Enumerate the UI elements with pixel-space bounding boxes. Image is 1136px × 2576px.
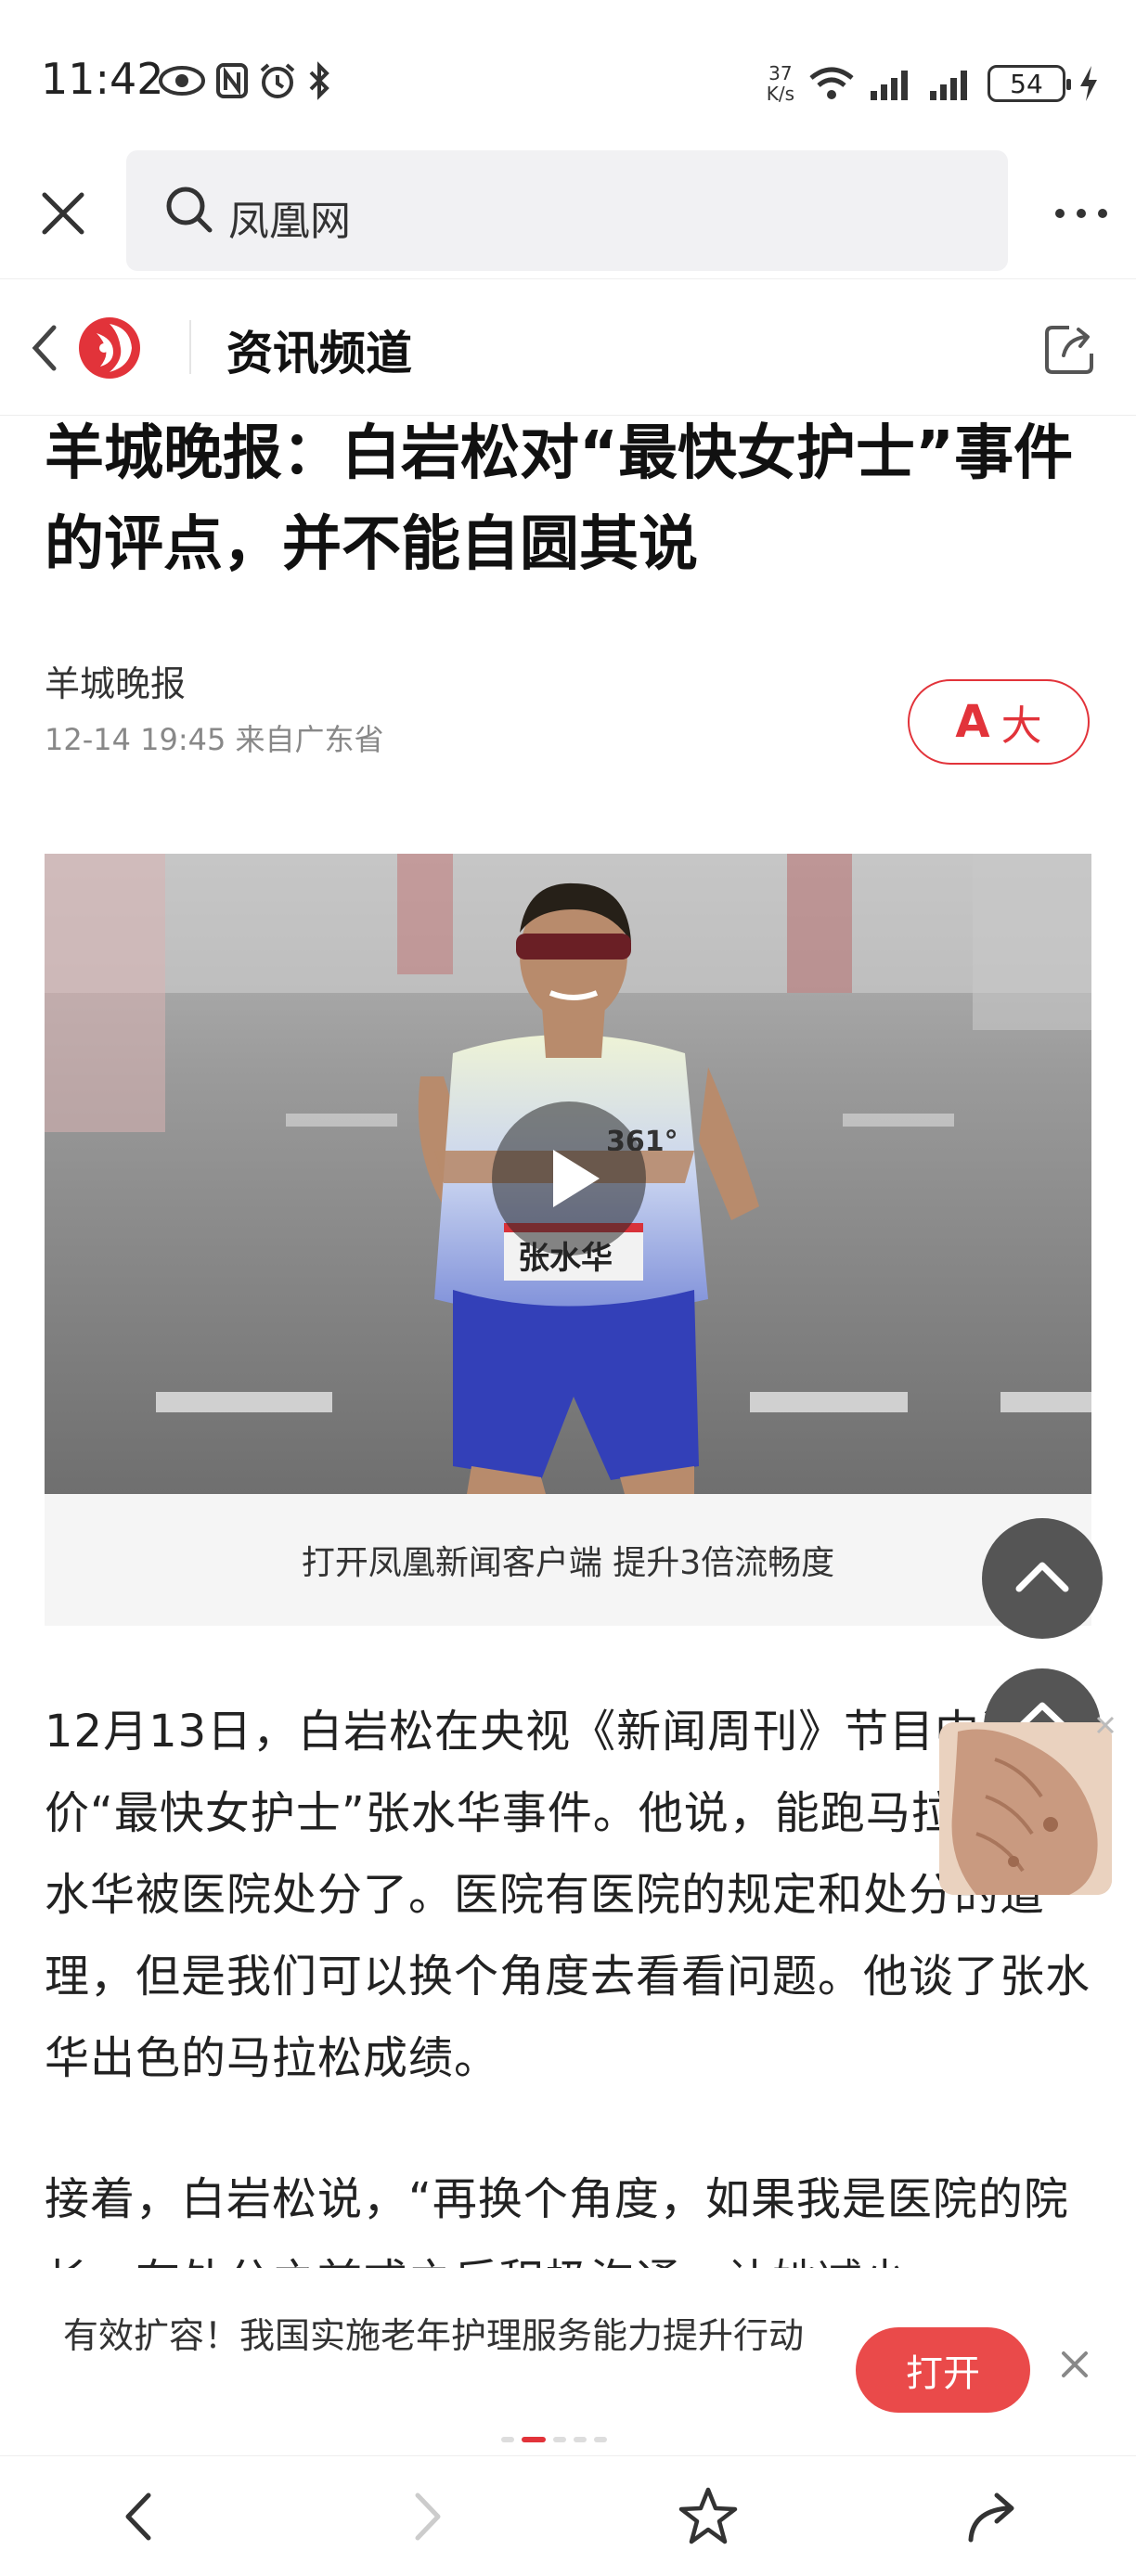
font-size-button[interactable]: A 大: [908, 679, 1090, 765]
article-paragraph: 接着，白岩松说，“再换个角度，如果我是医院的院长，在处分之前或之后积极沟通，让她…: [45, 2173, 1069, 2273]
back-button[interactable]: [26, 318, 63, 378]
scroll-top-button[interactable]: [982, 1518, 1103, 1639]
share-button[interactable]: [1041, 318, 1101, 378]
play-icon: [553, 1150, 600, 1207]
browser-bottom-nav: [0, 2455, 1136, 2576]
search-query: 凤凰网: [228, 198, 351, 245]
more-icon: [1055, 209, 1107, 218]
signal-icon: [928, 65, 975, 102]
charging-icon: [1078, 64, 1099, 103]
banner-text[interactable]: 有效扩容！我国实施老年护理服务能力提升行动: [63, 2309, 806, 2363]
chevron-right-icon: [415, 2492, 441, 2541]
article-paragraph: 12月13日，白岩松在央视《新闻周刊》节目中评价“最快女护士”张水华事件。他说，…: [45, 1706, 1093, 2084]
floating-ad-close-icon[interactable]: [1095, 1715, 1116, 1735]
close-icon: [1062, 2351, 1088, 2377]
article-source[interactable]: 羊城晚报: [45, 655, 186, 706]
nav-forward-button[interactable]: [394, 2484, 458, 2549]
bookmark-button[interactable]: [676, 2484, 741, 2549]
status-bar: 11:42 37 K/s 54: [0, 0, 1136, 148]
font-size-label: 大: [1000, 702, 1042, 750]
play-button[interactable]: [492, 1101, 646, 1256]
close-icon: [42, 192, 84, 235]
open-app-button[interactable]: 打开: [856, 2327, 1030, 2413]
bluetooth-icon: [306, 61, 332, 100]
forward-share-button[interactable]: [960, 2484, 1025, 2549]
browser-address-bar: 凤凰网: [0, 148, 1136, 278]
close-button[interactable]: [37, 187, 89, 239]
pagination-dot: [594, 2437, 607, 2442]
site-header: 资讯频道: [0, 278, 1136, 416]
status-icons-left: [158, 58, 332, 104]
pagination-dot-active: [522, 2437, 546, 2442]
app-promo-banner: 有效扩容！我国实施老年护理服务能力提升行动 打开: [0, 2268, 1136, 2454]
article-title: 羊城晚报：白岩松对“最快女护士”事件的评点，并不能自圆其说: [45, 419, 1074, 579]
alarm-icon: [258, 61, 297, 100]
signal-icon: [869, 65, 915, 102]
ifeng-logo[interactable]: [76, 315, 143, 381]
battery-icon: 54: [988, 65, 1071, 102]
banner-close-button[interactable]: [1058, 2348, 1091, 2381]
pagination-dot: [553, 2437, 566, 2442]
article-meta: 12-14 19:45 来自广东省: [45, 722, 384, 757]
pagination-dot: [501, 2437, 514, 2442]
search-icon: [163, 184, 215, 236]
network-speed: 37 K/s: [766, 62, 794, 105]
wifi-icon: [807, 65, 856, 102]
share-arrow-icon: [968, 2492, 1014, 2543]
more-button[interactable]: [1049, 186, 1114, 241]
video-caption-bar[interactable]: 打开凤凰新闻客户端 提升3倍流畅度: [45, 1494, 1091, 1626]
status-time: 11:42: [41, 54, 164, 104]
floating-ad-image: [939, 1722, 1112, 1895]
floating-ad[interactable]: [939, 1722, 1112, 1895]
nav-back-button[interactable]: [108, 2484, 173, 2549]
header-divider: [189, 320, 191, 374]
video-caption: 打开凤凰新闻客户端 提升3倍流畅度: [301, 1544, 835, 1582]
font-size-icon: A: [955, 696, 990, 748]
search-input[interactable]: 凤凰网: [126, 150, 1008, 271]
star-icon: [678, 2487, 738, 2544]
share-icon: [1045, 326, 1093, 374]
chevron-up-icon: [1015, 1562, 1069, 1592]
nfc-icon: [215, 62, 249, 99]
channel-title[interactable]: 资讯频道: [226, 316, 412, 383]
pagination-dot: [574, 2437, 587, 2442]
eye-icon: [158, 64, 206, 97]
chevron-left-icon: [32, 325, 57, 371]
chevron-left-icon: [125, 2492, 151, 2541]
banner-pagination: [501, 2437, 607, 2442]
status-icons-right: 37 K/s 54: [767, 54, 1099, 113]
